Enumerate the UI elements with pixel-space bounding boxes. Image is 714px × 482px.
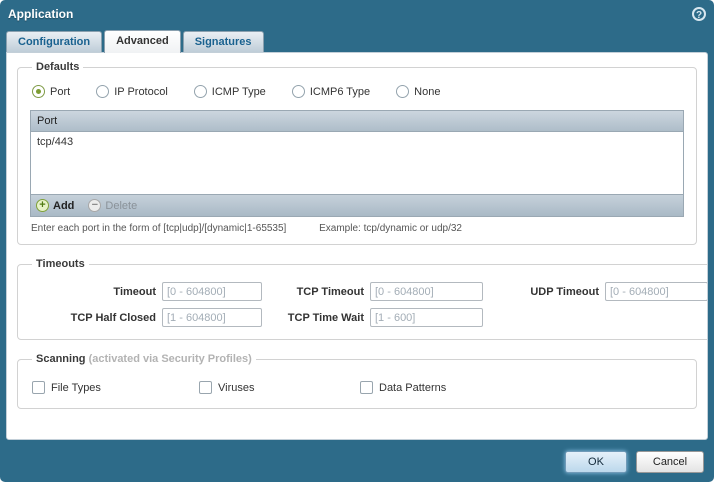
dialog-title: Application <box>8 7 73 21</box>
tab-signatures[interactable]: Signatures <box>183 31 264 52</box>
radio-icon <box>396 85 409 98</box>
dialog-titlebar: Application ? <box>0 0 714 28</box>
radio-selected-icon <box>32 85 45 98</box>
radio-icmp6-type-label: ICMP6 Type <box>310 86 370 98</box>
add-icon: + <box>36 199 49 212</box>
radio-icon <box>292 85 305 98</box>
defaults-legend: Defaults <box>32 61 83 73</box>
port-format-hint: Enter each port in the form of [tcp|udp]… <box>31 223 683 234</box>
delete-button-label: Delete <box>105 200 137 212</box>
radio-icon <box>194 85 207 98</box>
delete-icon: − <box>88 199 101 212</box>
scanning-legend-title: Scanning <box>36 353 86 365</box>
checkbox-icon <box>360 381 373 394</box>
timeout-input[interactable] <box>162 282 262 301</box>
tab-configuration[interactable]: Configuration <box>6 31 102 52</box>
radio-icmp-type[interactable]: ICMP Type <box>194 85 266 98</box>
delete-button[interactable]: − Delete <box>88 199 137 212</box>
udp-timeout-label: UDP Timeout <box>489 286 599 298</box>
tcp-time-wait-label: TCP Time Wait <box>268 312 364 324</box>
scanning-legend: Scanning (activated via Security Profile… <box>32 353 256 365</box>
udp-timeout-input[interactable] <box>605 282 708 301</box>
checkbox-icon <box>199 381 212 394</box>
cancel-button[interactable]: Cancel <box>636 451 704 473</box>
radio-ip-protocol-label: IP Protocol <box>114 86 168 98</box>
scanning-legend-note: (activated via Security Profiles) <box>89 353 252 365</box>
port-column-header: Port <box>37 115 57 127</box>
radio-port-label: Port <box>50 86 70 98</box>
radio-port[interactable]: Port <box>32 85 70 98</box>
application-dialog: Application ? Configuration Advanced Sig… <box>0 0 714 482</box>
radio-none-label: None <box>414 86 440 98</box>
tab-advanced[interactable]: Advanced <box>104 30 181 53</box>
tcp-timeout-label: TCP Timeout <box>268 286 364 298</box>
tab-bar: Configuration Advanced Signatures <box>0 28 714 52</box>
add-button[interactable]: + Add <box>36 199 74 212</box>
radio-icmp6-type[interactable]: ICMP6 Type <box>292 85 370 98</box>
file-types-label: File Types <box>51 382 101 394</box>
defaults-radio-group: Port IP Protocol ICMP Type ICMP6 Type No… <box>32 85 682 98</box>
port-table: Port tcp/443 + Add − Delete <box>30 110 684 217</box>
tcp-half-closed-label: TCP Half Closed <box>30 312 156 324</box>
help-icon[interactable]: ? <box>692 7 706 21</box>
radio-icon <box>96 85 109 98</box>
table-row[interactable]: tcp/443 <box>31 132 683 152</box>
checkbox-data-patterns[interactable]: Data Patterns <box>360 381 446 394</box>
checkbox-viruses[interactable]: Viruses <box>199 381 360 394</box>
content-panel: Defaults Port IP Protocol ICMP Type ICMP… <box>6 52 708 440</box>
defaults-section: Defaults Port IP Protocol ICMP Type ICMP… <box>17 61 697 245</box>
timeouts-legend: Timeouts <box>32 258 89 270</box>
port-table-header: Port <box>31 111 683 132</box>
tcp-half-closed-input[interactable] <box>162 308 262 327</box>
scanning-checkbox-group: File Types Viruses Data Patterns <box>32 381 682 394</box>
timeouts-grid: Timeout TCP Timeout UDP Timeout TCP Half… <box>30 282 708 327</box>
data-patterns-label: Data Patterns <box>379 382 446 394</box>
viruses-label: Viruses <box>218 382 254 394</box>
ok-button[interactable]: OK <box>565 451 627 473</box>
dialog-footer: OK Cancel <box>0 442 714 482</box>
tcp-timeout-input[interactable] <box>370 282 483 301</box>
tcp-time-wait-input[interactable] <box>370 308 483 327</box>
radio-icmp-type-label: ICMP Type <box>212 86 266 98</box>
radio-none[interactable]: None <box>396 85 440 98</box>
add-button-label: Add <box>53 200 74 212</box>
checkbox-icon <box>32 381 45 394</box>
scanning-section: Scanning (activated via Security Profile… <box>17 353 697 409</box>
checkbox-file-types[interactable]: File Types <box>32 381 199 394</box>
hint-text: Enter each port in the form of [tcp|udp]… <box>31 223 286 234</box>
hint-example: Example: tcp/dynamic or udp/32 <box>319 223 462 234</box>
port-table-body: tcp/443 <box>31 132 683 194</box>
timeout-label: Timeout <box>30 286 156 298</box>
radio-ip-protocol[interactable]: IP Protocol <box>96 85 168 98</box>
timeouts-section: Timeouts Timeout TCP Timeout UDP Timeout… <box>17 258 708 340</box>
port-table-toolbar: + Add − Delete <box>31 194 683 216</box>
